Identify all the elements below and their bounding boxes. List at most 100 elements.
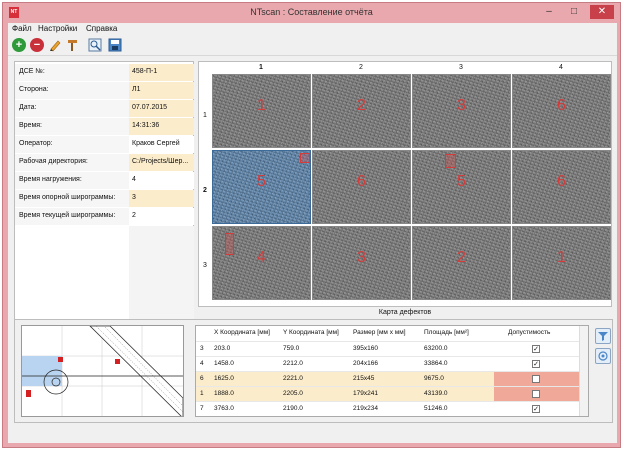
title-bar[interactable]: NT NTscan : Составление отчёта – □ ✕ xyxy=(3,3,620,23)
form-row: Время опорной широграммы: 3 xyxy=(15,190,194,207)
close-icon[interactable]: ✕ xyxy=(590,5,614,19)
minimize-icon[interactable]: – xyxy=(539,5,559,19)
table-header[interactable]: Размер [мм x мм] xyxy=(353,326,423,340)
report-form: ДСЕ №: 458-П-1 Сторона: Л1 Дата: 07.07.2015… xyxy=(14,61,194,322)
form-row: Время: 14:31:36 xyxy=(15,118,194,135)
y-coord: 2212.0 xyxy=(283,360,303,367)
form-value[interactable]: 458-П-1 xyxy=(129,64,194,81)
x-coord: 3763.0 xyxy=(214,405,234,412)
area: 43139.0 xyxy=(424,390,448,397)
defect-map-schematic[interactable] xyxy=(21,325,184,417)
defect-marker[interactable] xyxy=(445,154,456,168)
cell-number: 2 xyxy=(457,249,466,266)
grid-cell[interactable]: 6 xyxy=(312,150,411,224)
table-header[interactable]: Допустимость xyxy=(508,326,568,340)
form-value[interactable]: 2 xyxy=(129,208,194,225)
grid-cell[interactable]: 1 xyxy=(212,74,311,148)
menu-file[interactable]: Файл xyxy=(12,24,32,33)
cell-number: 1 xyxy=(557,249,566,266)
size: 204x166 xyxy=(353,360,378,367)
form-label: Дата: xyxy=(19,104,37,111)
area: 33864.0 xyxy=(424,360,448,367)
grid-cell[interactable]: 4 xyxy=(212,226,311,300)
image-search-icon[interactable] xyxy=(88,38,102,52)
menu-settings[interactable]: Настройки xyxy=(38,24,77,33)
table-row[interactable]: 4 1458.0 2212.0 204x166 33864.0 ✓ xyxy=(196,356,580,371)
acceptable-checkbox[interactable]: ✓ xyxy=(532,345,540,353)
grid-cell[interactable]: 5 xyxy=(412,150,511,224)
client-area: Файл Настройки Справка + − ДСЕ №: 458-П-1… xyxy=(8,23,617,443)
acceptable-checkbox[interactable]: ✓ xyxy=(532,405,540,413)
row-header: 1 xyxy=(203,112,207,119)
area: 9675.0 xyxy=(424,375,444,382)
x-coord: 1888.0 xyxy=(214,390,234,397)
grid-cell[interactable]: 6 xyxy=(512,74,611,148)
shearogram-grid: 1 2 3 4 1 2 3 1 2 3 6 5 6 5 6 4 3 2 1 xyxy=(198,61,612,307)
form-value[interactable]: 14:31:36 xyxy=(129,118,194,135)
cell-number: 6 xyxy=(357,173,366,190)
remove-icon[interactable]: − xyxy=(30,38,44,52)
app-window: NT NTscan : Составление отчёта – □ ✕ Фай… xyxy=(2,2,621,448)
y-coord: 2221.0 xyxy=(283,375,303,382)
x-coord: 1458.0 xyxy=(214,360,234,367)
view-icon[interactable] xyxy=(595,348,611,364)
form-value[interactable]: 3 xyxy=(129,190,194,207)
pencil-icon[interactable] xyxy=(48,38,62,52)
table-header[interactable]: Площадь [мм²] xyxy=(424,326,494,340)
form-label: ДСЕ №: xyxy=(19,68,45,75)
acceptable-checkbox[interactable]: ✓ xyxy=(532,360,540,368)
form-value[interactable]: Краков Сергей xyxy=(129,136,194,153)
acceptable-checkbox[interactable] xyxy=(532,390,540,398)
form-row: ДСЕ №: 458-П-1 xyxy=(15,64,194,81)
form-label: Время опорной широграммы: xyxy=(19,194,116,201)
defect-marker[interactable] xyxy=(300,153,310,163)
table-scrollbar[interactable] xyxy=(579,326,588,416)
grid-cell[interactable]: 2 xyxy=(412,226,511,300)
form-row: Оператор: Краков Сергей xyxy=(15,136,194,153)
table-header[interactable]: Y Координата [мм] xyxy=(283,326,353,340)
table-row[interactable]: 3 203.0 759.0 395x160 63200.0 ✓ xyxy=(196,341,580,356)
row-id: 7 xyxy=(200,405,204,412)
table-header[interactable]: X Координата [мм] xyxy=(214,326,284,340)
form-label: Сторона: xyxy=(19,86,49,93)
form-row: Время текущей широграммы: 2 xyxy=(15,208,194,225)
grid-cell[interactable]: 2 xyxy=(312,74,411,148)
form-label: Время нагружения: xyxy=(19,176,82,183)
y-coord: 2205.0 xyxy=(283,390,303,397)
save-icon[interactable] xyxy=(108,38,122,52)
acceptable-checkbox[interactable] xyxy=(532,375,540,383)
x-coord: 1625.0 xyxy=(214,375,234,382)
filter-icon[interactable] xyxy=(595,328,611,344)
cell-number: 5 xyxy=(257,173,266,190)
y-coord: 759.0 xyxy=(283,345,300,352)
y-coord: 2190.0 xyxy=(283,405,303,412)
defect-marker[interactable] xyxy=(225,233,234,255)
maximize-icon[interactable]: □ xyxy=(564,5,584,19)
row-id: 1 xyxy=(200,390,204,397)
cell-number: 3 xyxy=(357,249,366,266)
form-value[interactable]: 07.07.2015 xyxy=(129,100,194,117)
form-label: Время: xyxy=(19,122,43,129)
grid-cell[interactable]: 1 xyxy=(512,226,611,300)
add-icon[interactable]: + xyxy=(12,38,26,52)
grid-cell-selected[interactable]: 5 xyxy=(212,150,311,224)
grid-cell[interactable]: 6 xyxy=(512,150,611,224)
menu-help[interactable]: Справка xyxy=(86,24,117,33)
size: 215x45 xyxy=(353,375,375,382)
form-value[interactable]: 4 xyxy=(129,172,194,189)
table-row[interactable]: 1 1888.0 2205.0 179x241 43139.0 xyxy=(196,386,580,402)
row-id: 3 xyxy=(200,345,204,352)
column-header: 1 xyxy=(259,64,263,71)
table-row[interactable]: 7 3763.0 2190.0 219x234 51246.0 ✓ xyxy=(196,401,580,416)
form-value[interactable]: C:/Projects/Шер... xyxy=(129,154,194,171)
grid-cell[interactable]: 3 xyxy=(412,74,511,148)
form-label: Время текущей широграммы: xyxy=(19,212,116,219)
defect-table: X Координата [мм] Y Координата [мм] Разм… xyxy=(195,325,589,417)
hammer-icon[interactable] xyxy=(66,38,80,52)
form-value[interactable]: Л1 xyxy=(129,82,194,99)
row-header: 2 xyxy=(203,187,207,194)
form-row: Дата: 07.07.2015 xyxy=(15,100,194,117)
grid-cell[interactable]: 3 xyxy=(312,226,411,300)
table-row[interactable]: 6 1625.0 2221.0 215x45 9675.0 xyxy=(196,371,580,387)
cell-number: 5 xyxy=(457,173,466,190)
